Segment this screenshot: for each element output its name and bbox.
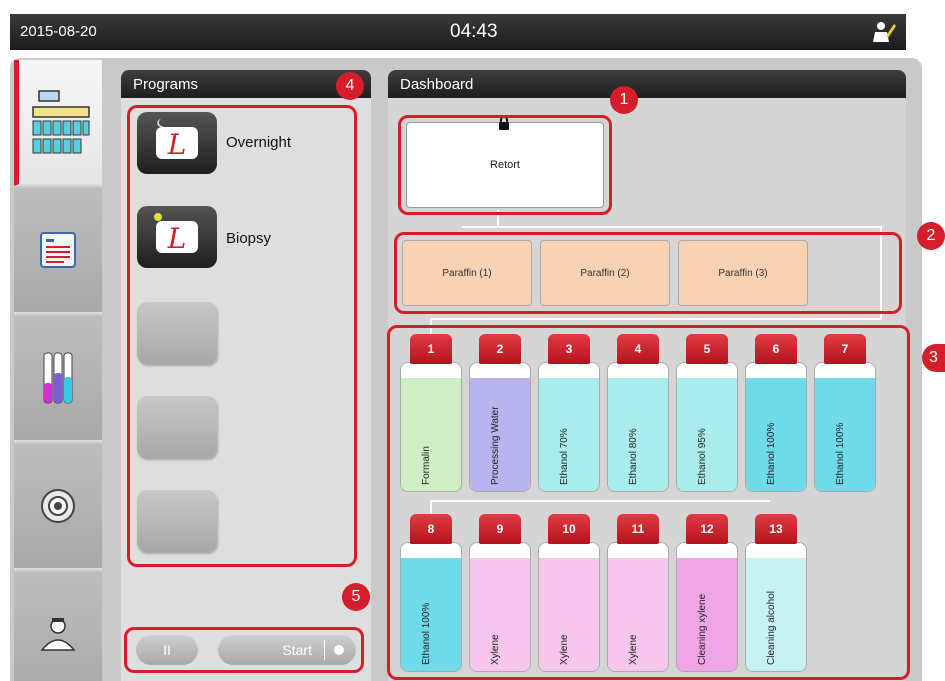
side-nav <box>14 60 102 681</box>
callout-badge: 5 <box>342 583 370 611</box>
dashboard-title: Dashboard <box>400 76 474 93</box>
programs-title: Programs <box>133 76 199 93</box>
time-display: 04:43 <box>450 21 498 42</box>
callout-controls-outline <box>124 627 364 673</box>
callout-bottles-outline <box>387 325 910 680</box>
callout-programs-outline <box>127 105 357 567</box>
programs-panel-header: Programs <box>121 70 371 98</box>
callout-paraffin-outline <box>394 232 902 314</box>
dashboard-panel-header: Dashboard <box>388 70 906 98</box>
reagent-tubes-icon <box>43 352 73 404</box>
user-icon <box>40 618 76 651</box>
program-list-icon <box>40 232 76 268</box>
gear-icon <box>41 489 75 523</box>
nav-reagents[interactable] <box>14 316 102 442</box>
connector-line <box>462 226 882 228</box>
user-supervisor-icon[interactable] <box>870 20 896 44</box>
callout-badge: 3 <box>922 344 945 372</box>
callout-badge: 1 <box>610 86 638 114</box>
callout-badge: 2 <box>917 222 945 250</box>
callout-badge: 4 <box>336 72 364 100</box>
date-display: 2015-08-20 <box>20 23 97 40</box>
dashboard-icon <box>31 90 90 154</box>
connector-line <box>430 318 882 320</box>
nav-programs[interactable] <box>14 188 102 314</box>
nav-dashboard[interactable] <box>14 60 102 186</box>
callout-retort-outline <box>398 115 612 215</box>
nav-settings[interactable] <box>14 444 102 570</box>
nav-user[interactable] <box>14 572 102 681</box>
status-bar: 2015-08-20 04:43 <box>10 14 906 50</box>
